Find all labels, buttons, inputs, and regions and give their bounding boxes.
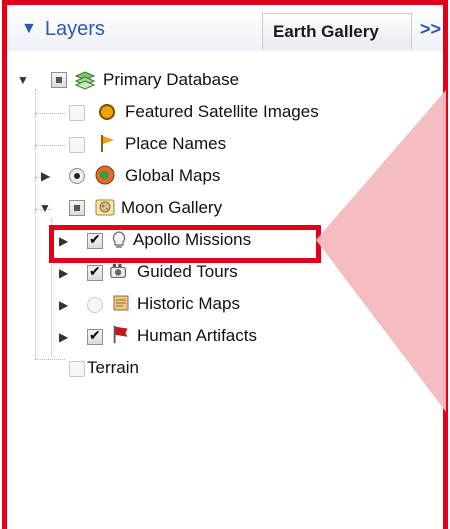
radio-global-maps[interactable] xyxy=(69,168,85,184)
tree-item-label: Primary Database xyxy=(103,70,240,89)
collapsed-triangle-icon[interactable]: ▶ xyxy=(41,169,50,183)
layers-title: Layers xyxy=(44,17,105,40)
checkbox-primary-database[interactable] xyxy=(51,72,67,88)
more-tabs-chevron-icon[interactable]: >> xyxy=(420,19,441,40)
highlight-box xyxy=(49,225,321,263)
checkbox-moon-gallery[interactable] xyxy=(69,200,85,216)
tree-item-label: Featured Satellite Images xyxy=(125,102,319,121)
radio-historic-maps[interactable] xyxy=(87,297,103,313)
tab-earth-gallery[interactable]: Earth Gallery xyxy=(262,13,412,49)
collapse-triangle-icon[interactable]: ▼ xyxy=(21,20,37,38)
checkbox-guided-tours[interactable] xyxy=(87,263,103,281)
tree-item-historic-maps[interactable]: ▶ Historic Maps xyxy=(7,289,407,319)
scroll-icon xyxy=(113,295,129,311)
tree-item-label: Human Artifacts xyxy=(137,326,257,345)
flag-pin-icon xyxy=(101,135,114,152)
layers-stack-icon xyxy=(75,71,95,90)
tree-item-label: Global Maps xyxy=(125,166,221,185)
tree-item-human-artifacts[interactable]: ▶ Human Artifacts xyxy=(7,321,407,351)
collapsed-triangle-icon[interactable]: ▶ xyxy=(59,298,68,312)
tree-item-primary-database[interactable]: ▼ Primary Database xyxy=(7,65,407,95)
collapsed-triangle-icon[interactable]: ▶ xyxy=(59,266,68,280)
panel-header: ▼ Layers Earth Gallery >> xyxy=(7,5,443,51)
tree-item-place-names[interactable]: Place Names xyxy=(7,129,407,159)
expanded-triangle-icon[interactable]: ▼ xyxy=(17,73,29,87)
tree-item-terrain[interactable]: Terrain xyxy=(7,353,407,383)
expanded-triangle-icon[interactable]: ▼ xyxy=(39,201,51,215)
red-flag-icon xyxy=(113,325,128,344)
tree-item-global-maps[interactable]: ▶ Global Maps xyxy=(7,161,407,191)
tree-item-label: Terrain xyxy=(87,358,139,377)
tree-item-label: Guided Tours xyxy=(137,262,238,281)
checkbox-terrain[interactable] xyxy=(69,361,85,377)
tree-item-moon-gallery[interactable]: ▼ Moon Gallery xyxy=(7,193,407,223)
orange-dot-icon xyxy=(99,104,115,120)
layers-panel-frame: ▼ Layers Earth Gallery >> ▼ Primary Data… xyxy=(2,0,448,529)
layers-tree: ▼ Primary Database Featured Satellite Im… xyxy=(7,51,443,529)
tab-earth-gallery-label: Earth Gallery xyxy=(273,21,379,41)
globe-map-icon xyxy=(95,165,115,185)
camera-icon xyxy=(110,263,126,278)
tree-item-featured-satellite-images[interactable]: Featured Satellite Images xyxy=(7,97,407,127)
moon-gallery-icon xyxy=(95,199,115,216)
tree-item-label: Place Names xyxy=(125,134,227,153)
layers-header-toggle[interactable]: ▼ Layers xyxy=(21,17,105,41)
tree-item-label: Moon Gallery xyxy=(121,198,223,217)
checkbox-human-artifacts[interactable] xyxy=(87,327,103,345)
collapsed-triangle-icon[interactable]: ▶ xyxy=(59,330,68,344)
checkbox-place-names[interactable] xyxy=(69,137,85,153)
tree-item-label: Historic Maps xyxy=(137,294,240,313)
checkbox-featured-satellite-images[interactable] xyxy=(69,105,85,121)
